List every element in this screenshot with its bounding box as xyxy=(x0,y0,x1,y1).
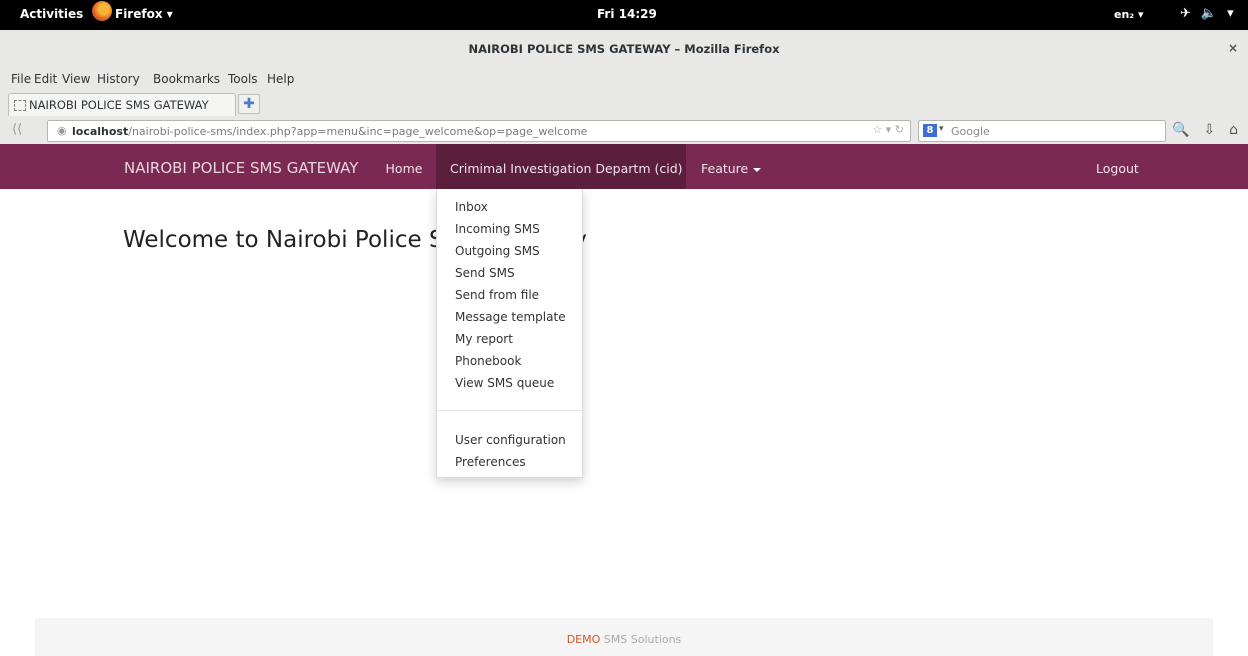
home-icon[interactable]: ⌂ xyxy=(1229,122,1238,138)
tab-label: NAIROBI POLICE SMS GATEWAY xyxy=(29,98,209,112)
menu-help[interactable]: Help xyxy=(267,72,294,86)
window-title: NAIROBI POLICE SMS GATEWAY – Mozilla Fir… xyxy=(468,42,780,56)
search-placeholder: Google xyxy=(951,125,990,138)
close-window-button[interactable]: × xyxy=(1228,41,1238,55)
menu-bookmarks[interactable]: Bookmarks xyxy=(153,72,220,86)
firefox-logo-icon xyxy=(92,1,112,21)
page-favicon-icon xyxy=(14,100,26,111)
app-navbar: NAIROBI POLICE SMS GATEWAY Home Crimimal… xyxy=(0,144,1248,221)
power-icon: ▾ xyxy=(1227,6,1234,21)
volume-icon: 🔈 xyxy=(1200,6,1218,21)
toolbar-icons: 🔍 ⇩ ⌂ xyxy=(1172,122,1238,138)
dropdown-item-outgoing-sms[interactable]: Outgoing SMS xyxy=(455,244,540,258)
dropdown-item-incoming-sms[interactable]: Incoming SMS xyxy=(455,222,540,236)
dropdown-item-message-template[interactable]: Message template xyxy=(455,310,566,324)
menu-bar: File Edit View History Bookmarks Tools H… xyxy=(0,64,1248,90)
nav-home[interactable]: Home xyxy=(374,144,434,189)
dropdown-item-send-sms[interactable]: Send SMS xyxy=(455,266,515,280)
menu-view[interactable]: View xyxy=(62,72,90,86)
app-menu-firefox[interactable]: Firefox ▾ xyxy=(92,1,173,21)
nav-logout[interactable]: Logout xyxy=(1096,144,1139,189)
page-footer: DEMO SMS Solutions xyxy=(35,618,1213,656)
menu-file[interactable]: File xyxy=(11,72,31,86)
menu-tools[interactable]: Tools xyxy=(228,72,258,86)
footer-text: DEMO SMS Solutions xyxy=(566,633,682,646)
dropdown-item-inbox[interactable]: Inbox xyxy=(455,200,488,214)
google-icon[interactable]: 8 xyxy=(923,124,937,137)
nav-feature-dropdown[interactable]: Feature xyxy=(701,144,762,189)
dropdown-item-phonebook[interactable]: Phonebook xyxy=(455,354,521,368)
bookmark-star-icon[interactable]: ☆ ▾ ↻ xyxy=(872,123,904,136)
airplane-icon: ✈ xyxy=(1180,6,1191,21)
system-tray[interactable]: ✈ 🔈 ▾ xyxy=(1180,6,1234,21)
navigation-toolbar: ⟨⟨ ◉ localhost/nairobi-police-sms/index.… xyxy=(0,116,1248,145)
menu-history[interactable]: History xyxy=(97,72,140,86)
dropdown-item-preferences[interactable]: Preferences xyxy=(455,455,526,469)
search-icon[interactable]: 🔍 xyxy=(1172,122,1189,138)
system-top-bar: Activities Firefox ▾ Fri 14:29 en₂ ▾ ✈ 🔈… xyxy=(0,0,1248,30)
app-menu-label: Firefox ▾ xyxy=(115,7,173,21)
brand-link[interactable]: NAIROBI POLICE SMS GATEWAY xyxy=(124,159,358,177)
dropdown-divider xyxy=(437,410,582,411)
menu-edit[interactable]: Edit xyxy=(34,72,57,86)
footer-demo-label: DEMO xyxy=(566,633,601,646)
dropdown-item-view-sms-queue[interactable]: View SMS queue xyxy=(455,376,554,390)
address-bar[interactable]: ◉ localhost/nairobi-police-sms/index.php… xyxy=(47,120,911,142)
search-engine-dropdown-icon[interactable]: ▾ xyxy=(939,124,944,134)
downloads-icon[interactable]: ⇩ xyxy=(1203,122,1215,138)
tab-strip: NAIROBI POLICE SMS GATEWAY ✚ xyxy=(0,90,1248,116)
window-title-bar: NAIROBI POLICE SMS GATEWAY – Mozilla Fir… xyxy=(0,30,1248,65)
address-url: localhost/nairobi-police-sms/index.php?a… xyxy=(72,125,588,138)
language-indicator[interactable]: en₂ ▾ xyxy=(1114,8,1143,21)
dropdown-item-user-configuration[interactable]: User configuration xyxy=(455,433,566,447)
back-button[interactable]: ⟨⟨ xyxy=(12,122,22,137)
cid-dropdown-menu: Inbox Incoming SMS Outgoing SMS Send SMS… xyxy=(436,189,583,478)
new-tab-button[interactable]: ✚ xyxy=(238,94,260,114)
browser-tab[interactable]: NAIROBI POLICE SMS GATEWAY xyxy=(8,93,236,116)
activities-button[interactable]: Activities xyxy=(20,7,83,21)
caret-down-icon xyxy=(753,167,762,172)
dropdown-item-send-from-file[interactable]: Send from file xyxy=(455,288,539,302)
dropdown-item-my-report[interactable]: My report xyxy=(455,332,513,346)
site-identity-icon[interactable]: ◉ xyxy=(57,124,67,137)
nav-cid-dropdown[interactable]: Crimimal Investigation Departm (cid) xyxy=(436,144,686,221)
clock[interactable]: Fri 14:29 xyxy=(597,7,657,21)
search-box[interactable]: 8 ▾ Google xyxy=(918,120,1166,142)
